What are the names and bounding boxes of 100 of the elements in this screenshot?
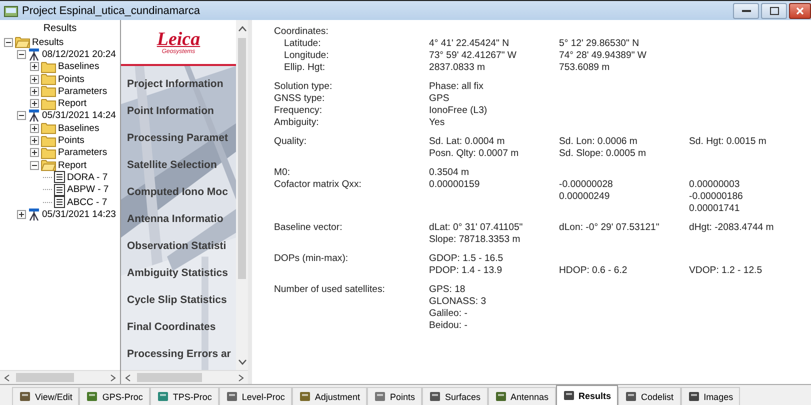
nav-link[interactable]: Computed Iono Moc — [121, 178, 236, 205]
scroll-left-icon[interactable] — [125, 374, 131, 382]
toolbar-tab[interactable]: GPS-Proc — [79, 387, 150, 405]
field-value: GLONASS: 3 — [429, 296, 488, 308]
tree-item[interactable]: DORA - 7 — [67, 172, 108, 183]
document-icon — [54, 171, 65, 184]
scroll-right-icon[interactable] — [110, 374, 116, 382]
field-label: M0: — [274, 167, 291, 179]
document-icon — [54, 196, 65, 208]
minimize-icon — [742, 9, 750, 13]
field-value: 0.00000249 — [559, 191, 611, 203]
folder-icon — [41, 73, 56, 86]
expander-icon[interactable] — [30, 86, 39, 96]
tripod-icon — [28, 48, 40, 61]
field-value: 0.3504 m — [429, 167, 470, 179]
field-value: 753.6089 m — [559, 62, 611, 74]
field-value: Beidou: - — [429, 320, 468, 332]
toolbar-tab[interactable]: Results — [556, 385, 618, 405]
expander-icon[interactable] — [30, 148, 39, 158]
toolbar-tab[interactable]: TPS-Proc — [150, 387, 219, 405]
tree-item[interactable]: Report — [58, 160, 87, 171]
tab-icon — [156, 391, 169, 402]
tree-item[interactable]: Parameters — [58, 147, 108, 158]
nav-link[interactable]: Final Coordinates — [121, 313, 236, 340]
tree-item[interactable]: 08/12/2021 20:24 — [42, 48, 116, 60]
field-value: dLat: 0° 31' 07.41105" — [429, 222, 524, 234]
close-button[interactable] — [789, 3, 811, 19]
tree-item[interactable]: Baselines — [58, 122, 100, 134]
expander-icon[interactable] — [17, 50, 26, 59]
nav-link[interactable]: Cycle Slip Statistics — [121, 286, 236, 313]
document-icon — [54, 184, 65, 196]
toolbar-tab[interactable]: Points — [366, 387, 422, 405]
tab-icon — [298, 391, 311, 402]
field-value: Sd. Lat: 0.0004 m — [429, 136, 506, 148]
nav-link[interactable]: Satellite Selection — [121, 151, 236, 178]
field-label: Longitude: — [283, 50, 330, 62]
tree-item[interactable]: Report — [58, 98, 87, 110]
field-value: 0.00000003 — [689, 179, 741, 191]
toolbar-tab[interactable]: Images — [680, 387, 740, 405]
tripod-icon — [28, 109, 40, 122]
field-value: Sd. Slope: 0.0005 m — [559, 148, 647, 160]
window-app-icon — [4, 4, 18, 16]
expander-icon[interactable] — [17, 210, 26, 219]
tab-icon — [19, 391, 31, 402]
field-label: Baseline vector: — [274, 222, 344, 235]
folder-icon — [41, 134, 56, 147]
nav-link[interactable]: Observation Statisti — [121, 232, 236, 259]
scroll-down-icon[interactable] — [238, 359, 246, 365]
field-value: PDOP: 1.4 - 13.9 — [429, 265, 504, 277]
tree-item[interactable]: Results — [32, 36, 64, 48]
tab-icon — [428, 391, 441, 402]
expander-icon[interactable] — [30, 99, 39, 108]
field-value: 73° 59' 42.41267" W — [429, 50, 518, 62]
tree-item[interactable]: 05/31/2021 14:23 — [42, 208, 116, 220]
tree-item[interactable]: Baselines — [58, 61, 100, 72]
field-label: Coordinates: — [274, 26, 330, 38]
expander-icon[interactable] — [30, 74, 39, 84]
scroll-up-icon[interactable] — [238, 26, 246, 32]
tripod-icon — [28, 208, 40, 221]
folder-icon — [41, 60, 56, 73]
field-value: 2837.0833 m — [429, 62, 486, 74]
logo-wordmark: Leica — [156, 30, 200, 48]
horizontal-scrollbar[interactable] — [0, 370, 120, 384]
toolbar-tab[interactable]: Level-Proc — [218, 387, 292, 405]
tab-icon — [688, 391, 700, 402]
expander-icon[interactable] — [4, 38, 13, 47]
field-value: 74° 28' 49.94389" W — [559, 50, 648, 62]
nav-link[interactable]: Ambiguity Statistics — [121, 259, 236, 286]
toolbar-tab[interactable]: Adjustment — [292, 387, 367, 405]
close-icon — [796, 7, 804, 15]
nav-link[interactable]: Processing Paramet — [121, 124, 236, 151]
expander-icon[interactable] — [30, 124, 39, 133]
tree-item[interactable]: ABCC - 7 — [67, 196, 108, 208]
minimize-button[interactable] — [733, 3, 759, 19]
tree-item[interactable]: Parameters — [58, 86, 108, 97]
scroll-right-icon[interactable] — [238, 374, 244, 382]
window-title: Project Espinal_utica_cundinamarca — [22, 4, 200, 16]
tree-item[interactable]: Points — [58, 74, 84, 85]
nav-link[interactable]: Processing Errors ar — [121, 340, 236, 367]
field-label: Frequency: — [274, 105, 323, 117]
toolbar-tab[interactable]: Surfaces — [422, 387, 488, 405]
expander-icon[interactable] — [30, 62, 39, 72]
toolbar-tab[interactable]: Codelist — [618, 387, 681, 405]
horizontal-scrollbar[interactable] — [121, 370, 248, 384]
expander-icon[interactable] — [17, 111, 26, 120]
toolbar-tab[interactable]: View/Edit — [12, 387, 80, 405]
field-value: GPS: 18 — [429, 284, 466, 296]
tree-item[interactable]: ABPW - 7 — [67, 184, 109, 196]
expander-icon[interactable] — [30, 160, 39, 170]
field-value: 0.00001741 — [689, 203, 741, 215]
nav-link[interactable]: Project Information — [121, 70, 236, 97]
nav-link[interactable]: Antenna Informatio — [121, 205, 236, 232]
scroll-left-icon[interactable] — [4, 374, 10, 382]
tree-item[interactable]: 05/31/2021 14:24 — [42, 110, 116, 122]
nav-link[interactable]: Point Information — [121, 97, 236, 124]
field-value: Posn. Qlty: 0.0007 m — [429, 148, 520, 160]
tree-item[interactable]: Points — [58, 135, 84, 146]
expander-icon[interactable] — [30, 136, 39, 146]
toolbar-tab[interactable]: Antennas — [488, 387, 556, 405]
maximize-button[interactable] — [761, 3, 787, 19]
